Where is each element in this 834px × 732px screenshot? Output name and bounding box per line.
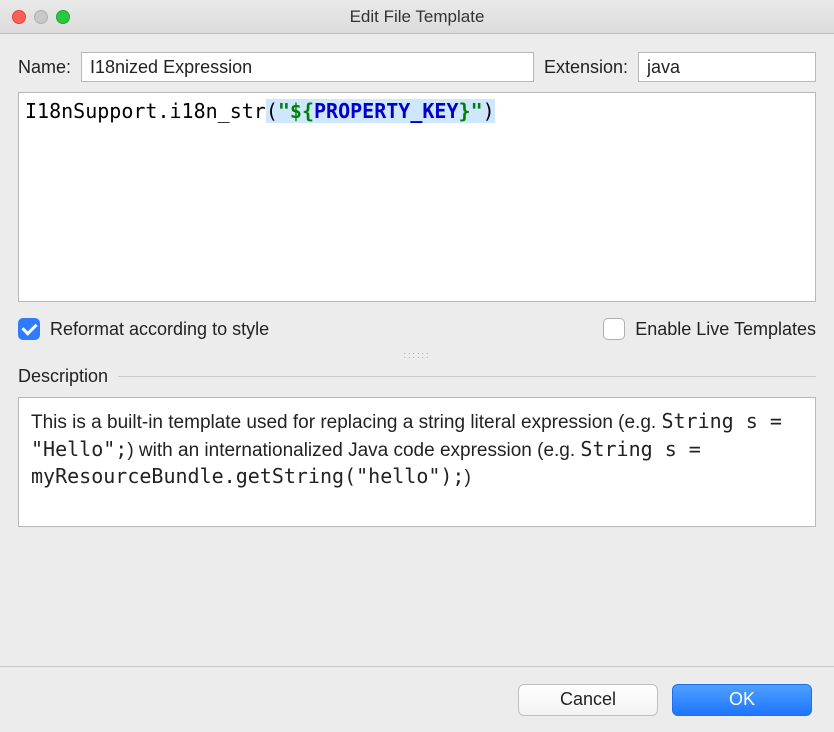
reformat-checkbox[interactable] bbox=[18, 318, 40, 340]
options-row: Reformat according to style Enable Live … bbox=[18, 318, 816, 340]
window-title: Edit File Template bbox=[0, 7, 834, 27]
name-label: Name: bbox=[18, 57, 71, 78]
minimize-icon bbox=[34, 10, 48, 24]
reformat-label: Reformat according to style bbox=[50, 319, 269, 340]
description-header: Description bbox=[18, 366, 816, 387]
name-input[interactable] bbox=[81, 52, 534, 82]
code-text: I18nSupport.i18n_str bbox=[25, 99, 266, 123]
titlebar: Edit File Template bbox=[0, 0, 834, 34]
cancel-button[interactable]: Cancel bbox=[518, 684, 658, 716]
resize-grip-icon[interactable]: :::::: bbox=[18, 350, 816, 360]
extension-label: Extension: bbox=[544, 57, 628, 78]
dialog-content: Name: Extension: I18nSupport.i18n_str("$… bbox=[0, 34, 834, 527]
zoom-icon[interactable] bbox=[56, 10, 70, 24]
name-extension-row: Name: Extension: bbox=[18, 52, 816, 82]
code-selection: ("${PROPERTY_KEY}") bbox=[266, 99, 495, 123]
description-text: This is a built-in template used for rep… bbox=[18, 397, 816, 527]
close-icon[interactable] bbox=[12, 10, 26, 24]
live-templates-label: Enable Live Templates bbox=[635, 319, 816, 340]
extension-input[interactable] bbox=[638, 52, 816, 82]
live-templates-checkbox[interactable] bbox=[603, 318, 625, 340]
dialog-footer: Cancel OK bbox=[0, 666, 834, 732]
template-code-editor[interactable]: I18nSupport.i18n_str("${PROPERTY_KEY}") bbox=[18, 92, 816, 302]
ok-button[interactable]: OK bbox=[672, 684, 812, 716]
description-label: Description bbox=[18, 366, 108, 387]
window-controls bbox=[0, 10, 70, 24]
divider bbox=[118, 376, 816, 377]
